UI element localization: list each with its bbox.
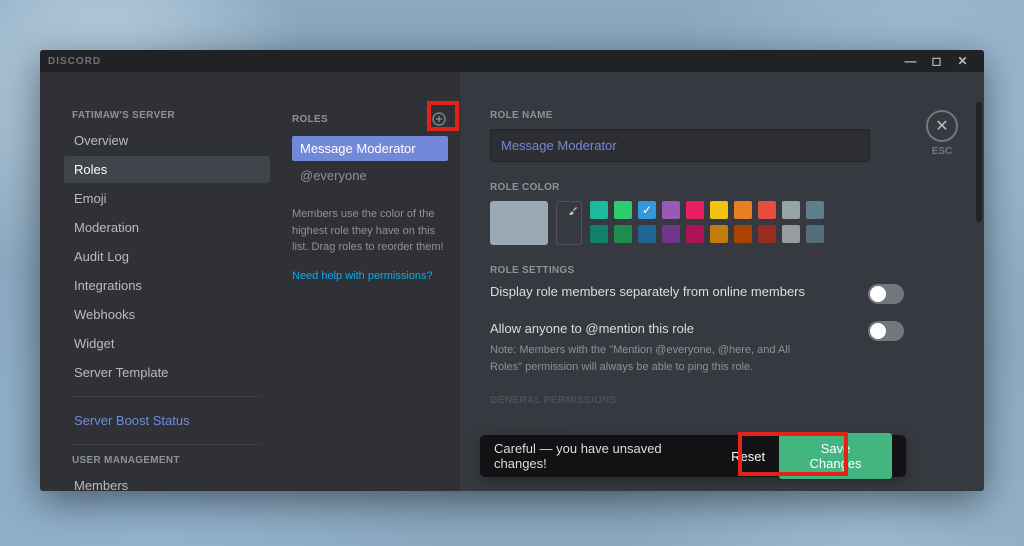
save-changes-button[interactable]: Save Changes	[779, 433, 892, 479]
maximize-button[interactable]: ◻	[924, 50, 950, 72]
unsaved-changes-bar: Careful — you have unsaved changes! Rese…	[480, 435, 906, 477]
close-settings-button[interactable]: ✕	[926, 110, 958, 142]
allow-mention-label: Allow anyone to @mention this role	[490, 321, 820, 336]
reset-button[interactable]: Reset	[717, 441, 779, 472]
color-swatch[interactable]	[758, 225, 776, 243]
color-swatch[interactable]: ✓	[638, 201, 656, 219]
nav-roles[interactable]: Roles	[64, 156, 270, 183]
app-window: DISCORD — ◻ ✕ FATIMAW'S SERVER Overview …	[40, 50, 984, 491]
nav-moderation[interactable]: Moderation	[64, 214, 270, 241]
color-swatch[interactable]	[710, 225, 728, 243]
titlebar: DISCORD — ◻ ✕	[40, 50, 984, 72]
role-item-everyone[interactable]: @everyone	[292, 163, 448, 188]
unsaved-warning: Careful — you have unsaved changes!	[494, 441, 717, 471]
color-swatch[interactable]	[590, 225, 608, 243]
nav-members[interactable]: Members	[64, 472, 270, 491]
color-swatch[interactable]	[734, 201, 752, 219]
nav-boost-status[interactable]: Server Boost Status	[64, 407, 270, 434]
add-role-button[interactable]	[430, 110, 448, 128]
color-swatch[interactable]	[758, 201, 776, 219]
close-window-button[interactable]: ✕	[950, 50, 976, 72]
color-swatch[interactable]	[686, 201, 704, 219]
scrollbar-track[interactable]	[976, 102, 982, 481]
divider	[72, 444, 262, 445]
color-swatch[interactable]	[782, 201, 800, 219]
color-swatch[interactable]	[710, 201, 728, 219]
divider	[72, 396, 262, 397]
allow-mention-toggle[interactable]	[868, 321, 904, 341]
general-perms-label: GENERAL PERMISSIONS	[490, 395, 904, 406]
role-settings-panel: ✕ ESC ROLE NAME ROLE COLOR	[460, 72, 984, 491]
color-swatch[interactable]	[614, 225, 632, 243]
color-row-2	[590, 225, 824, 243]
color-swatch[interactable]	[686, 225, 704, 243]
color-row-1: ✓	[590, 201, 824, 219]
role-name-label: ROLE NAME	[490, 110, 904, 121]
administrator-label: Administrator	[490, 414, 904, 429]
eyedropper-icon	[568, 205, 578, 215]
role-settings-label: ROLE SETTINGS	[490, 265, 904, 276]
nav-overview[interactable]: Overview	[64, 127, 270, 154]
user-mgmt-header: USER MANAGEMENT	[72, 455, 270, 466]
display-separately-toggle[interactable]	[868, 284, 904, 304]
roles-header: ROLES	[292, 114, 328, 125]
allow-mention-note: Note: Members with the "Mention @everyon…	[490, 342, 820, 375]
nav-server-template[interactable]: Server Template	[64, 359, 270, 386]
color-swatch[interactable]	[614, 201, 632, 219]
nav-webhooks[interactable]: Webhooks	[64, 301, 270, 328]
default-color-swatch[interactable]	[490, 201, 548, 245]
nav-integrations[interactable]: Integrations	[64, 272, 270, 299]
nav-widget[interactable]: Widget	[64, 330, 270, 357]
roles-hint: Members use the color of the highest rol…	[292, 206, 448, 256]
display-separately-label: Display role members separately from onl…	[490, 284, 805, 299]
color-swatch[interactable]	[662, 225, 680, 243]
plus-circle-icon	[432, 112, 446, 126]
permissions-help-link[interactable]: Need help with permissions?	[292, 270, 448, 282]
scrollbar-thumb[interactable]	[976, 102, 982, 222]
role-name-input[interactable]	[490, 129, 870, 162]
color-swatch[interactable]	[806, 225, 824, 243]
color-swatch[interactable]	[806, 201, 824, 219]
close-icon: ✕	[935, 116, 948, 136]
minimize-button[interactable]: —	[898, 50, 924, 72]
app-name: DISCORD	[48, 56, 101, 67]
color-swatch[interactable]	[734, 225, 752, 243]
role-item-selected[interactable]: Message Moderator	[292, 136, 448, 161]
roles-list-column: ROLES Message Moderator @everyone Member…	[280, 72, 460, 491]
role-color-label: ROLE COLOR	[490, 182, 904, 193]
server-header: FATIMAW'S SERVER	[72, 110, 270, 121]
color-swatch[interactable]	[638, 225, 656, 243]
color-swatch[interactable]	[590, 201, 608, 219]
nav-emoji[interactable]: Emoji	[64, 185, 270, 212]
settings-sidebar: FATIMAW'S SERVER Overview Roles Emoji Mo…	[40, 72, 280, 491]
esc-label: ESC	[926, 146, 958, 157]
color-swatch[interactable]	[782, 225, 800, 243]
custom-color-picker[interactable]	[556, 201, 582, 245]
color-swatch[interactable]	[662, 201, 680, 219]
nav-audit-log[interactable]: Audit Log	[64, 243, 270, 270]
